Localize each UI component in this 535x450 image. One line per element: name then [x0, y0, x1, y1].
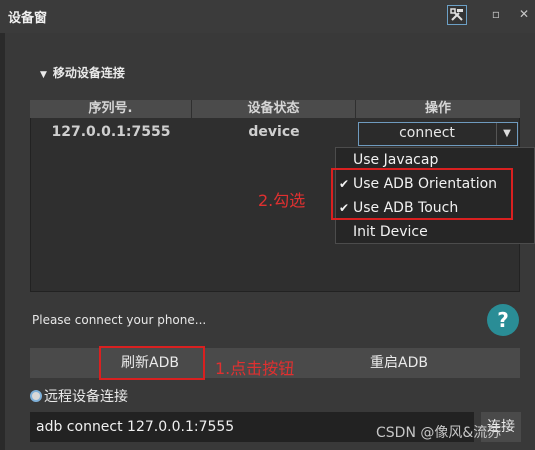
tools-icon: [450, 8, 463, 21]
column-header-action: 操作: [356, 100, 520, 118]
help-icon[interactable]: ?: [487, 304, 519, 336]
column-header-status: 设备状态: [192, 100, 356, 118]
connect-dropdown-value[interactable]: connect: [358, 125, 496, 141]
annotation-box-refresh: [99, 346, 205, 380]
device-status: device: [248, 124, 300, 140]
annotation-step2: 2.勾选: [258, 191, 306, 210]
restart-adb-label: 重启ADB: [370, 355, 428, 371]
window-title: 设备窗: [8, 11, 48, 26]
tools-button[interactable]: [447, 5, 467, 25]
restore-icon[interactable]: ▫: [489, 7, 503, 21]
annotation-box-checkboxes: [331, 168, 513, 220]
left-edge: [0, 33, 5, 450]
remote-connect-label: 远程设备连接: [44, 389, 128, 405]
menu-item-init-device[interactable]: Init Device: [335, 220, 535, 244]
menu-item-label: Use Javacap: [353, 152, 439, 168]
annotation-step1: 1.点击按钮: [215, 359, 295, 378]
status-text: Please connect your phone...: [32, 313, 207, 327]
triangle-down-icon: ▼: [40, 70, 47, 80]
menu-item-label: Init Device: [353, 224, 428, 240]
section-header-label: 移动设备连接: [52, 66, 125, 80]
remote-radio[interactable]: [30, 390, 42, 402]
section-header[interactable]: ▼ 移动设备连接: [40, 64, 125, 81]
column-header-serial: 序列号.: [30, 100, 192, 118]
restart-adb-button[interactable]: 重启ADB: [278, 348, 520, 378]
watermark: CSDN @像风&流苏: [376, 425, 502, 441]
close-icon[interactable]: ✕: [517, 7, 531, 21]
chevron-down-icon[interactable]: ▼: [496, 123, 517, 145]
device-serial: 127.0.0.1:7555: [51, 124, 171, 140]
